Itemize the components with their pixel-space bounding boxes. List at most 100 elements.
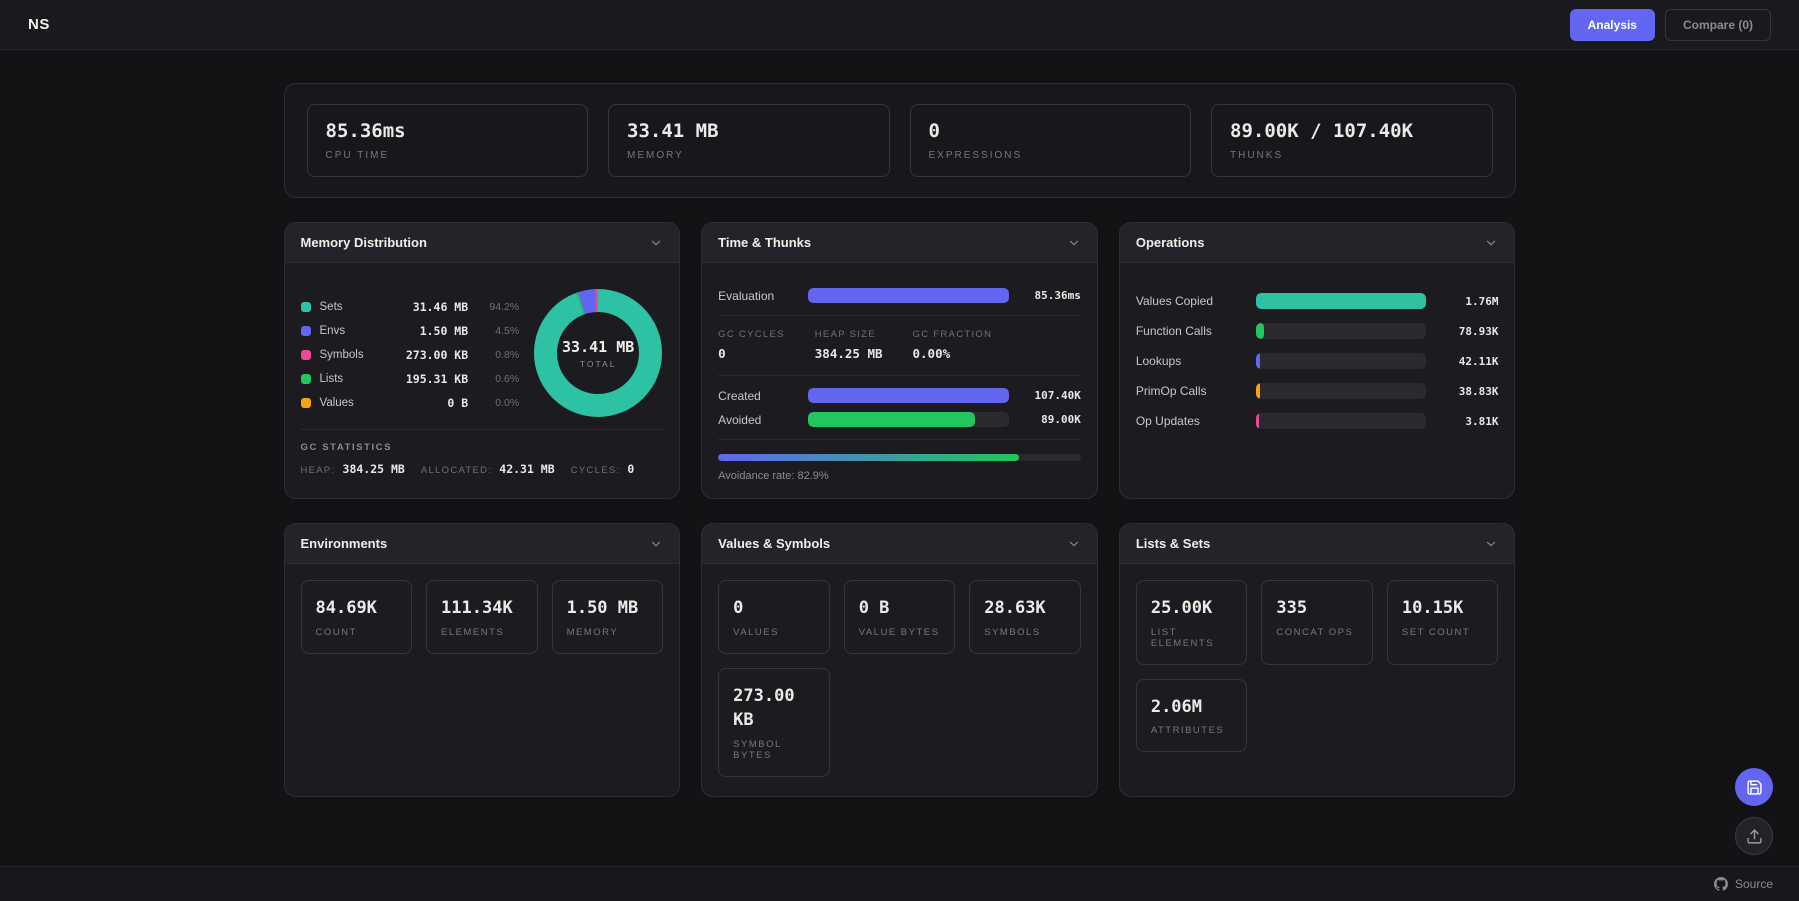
mini-stat-label: VALUES [733,627,815,638]
operations-header[interactable]: Operations [1120,223,1515,263]
gc-metric-value: 0.00% [913,346,993,361]
chevron-down-icon[interactable] [649,236,663,250]
gc-metric-value: 384.25 MB [815,346,883,361]
mini-stat-label: ATTRIBUTES [1151,725,1233,736]
gc-metric: HEAP SIZE 384.25 MB [815,329,883,361]
donut-center: 33.41 MB TOTAL [557,312,639,394]
legend-name: Sets [320,301,404,313]
save-button[interactable] [1735,768,1773,806]
values-symbols-header[interactable]: Values & Symbols [702,524,1097,564]
stat-value: 85.36ms [326,120,570,142]
floating-action-buttons [1735,768,1773,855]
mini-stat-value: 0 B [859,596,941,621]
gc-metric-label: HEAP SIZE [815,329,883,340]
gc-stat-value: 0 [627,462,634,476]
mini-stat-card: 0 VALUES [718,580,830,654]
memory-distribution-panel: Memory Distribution Sets 31.46 MB 94.2% … [284,222,681,499]
source-label: Source [1735,877,1773,891]
metric-bar-row: Created 107.40K [718,388,1081,403]
chevron-down-icon[interactable] [1067,236,1081,250]
stat-value: 89.00K / 107.40K [1230,120,1474,142]
bar-value: 1.76M [1438,295,1498,308]
chevron-down-icon[interactable] [1484,537,1498,551]
legend-row: Values 0 B 0.0% [301,391,520,415]
bar-track [1256,383,1427,399]
mini-stat-label: SYMBOL BYTES [733,739,815,761]
gc-stat: HEAP: 384.25 MB [301,462,405,476]
summary-stat-card: 89.00K / 107.40K THUNKS [1211,104,1493,177]
mini-stat-card: 111.34K ELEMENTS [426,580,538,654]
legend-value: 195.31 KB [406,372,468,386]
legend-percent: 4.5% [477,325,519,337]
legend-row: Sets 31.46 MB 94.2% [301,295,520,319]
bar-label: Avoided [718,413,796,427]
gc-stat: ALLOCATED: 42.31 MB [421,462,555,476]
metric-bar-row: Lookups 42.11K [1136,353,1499,369]
legend-value: 273.00 KB [406,348,468,362]
gc-stat-value: 384.25 MB [343,462,405,476]
legend-value: 31.46 MB [413,300,468,314]
gc-stat-label: HEAP: [301,465,336,476]
mini-stat-value: 2.06M [1151,695,1233,720]
mini-stat-card: 84.69K COUNT [301,580,413,654]
bar-fill [1256,323,1264,339]
bar-fill [1256,353,1260,369]
bar-track [1256,353,1427,369]
memory-distribution-header[interactable]: Memory Distribution [285,223,680,263]
lists-sets-cards: 25.00K LIST ELEMENTS 335 CONCAT OPS 10.1… [1120,564,1515,796]
mini-stat-card: 2.06M ATTRIBUTES [1136,679,1248,753]
metric-bar-row: Values Copied 1.76M [1136,293,1499,309]
divider [718,315,1081,316]
upload-icon [1746,828,1763,845]
bar-label: Function Calls [1136,324,1244,338]
gc-stat-label: ALLOCATED: [421,465,492,476]
chevron-down-icon[interactable] [1484,236,1498,250]
mini-stat-card: 25.00K LIST ELEMENTS [1136,580,1248,665]
values-symbols-panel: Values & Symbols 0 VALUES 0 B VALUE BYTE… [701,523,1098,797]
divider [718,439,1081,440]
compare-tab-button[interactable]: Compare (0) [1665,9,1771,41]
lists-sets-header[interactable]: Lists & Sets [1120,524,1515,564]
legend-percent: 94.2% [477,301,519,313]
chevron-down-icon[interactable] [1067,537,1081,551]
analysis-tab-button[interactable]: Analysis [1570,9,1655,41]
mini-stat-label: CONCAT OPS [1276,627,1358,638]
summary-stat-card: 0 EXPRESSIONS [910,104,1192,177]
bar-fill [1256,383,1260,399]
gc-statistics-row: HEAP: 384.25 MB ALLOCATED: 42.31 MB CYCL… [301,462,664,476]
legend-value: 1.50 MB [420,324,468,338]
stat-label: MEMORY [627,150,871,161]
bar-value: 78.93K [1438,325,1498,338]
legend-name: Values [320,397,439,409]
thunk-bars-group: Created 107.40K Avoided 89.00K [718,388,1081,427]
environments-header[interactable]: Environments [285,524,680,564]
mini-stat-label: SYMBOLS [984,627,1066,638]
chevron-down-icon[interactable] [649,537,663,551]
summary-stat-card: 85.36ms CPU TIME [307,104,589,177]
panels-row-1: Memory Distribution Sets 31.46 MB 94.2% … [284,222,1516,499]
bar-value: 38.83K [1438,385,1498,398]
legend-name: Lists [320,373,397,385]
legend-color-swatch [301,302,311,312]
panel-title: Operations [1136,235,1205,250]
metric-bar-row: Op Updates 3.81K [1136,413,1499,429]
gc-metric: GC FRACTION 0.00% [913,329,993,361]
metric-bar-row: Function Calls 78.93K [1136,323,1499,339]
bar-label: Op Updates [1136,414,1244,428]
gc-metrics-columns: GC CYCLES 0 HEAP SIZE 384.25 MB GC FRACT… [718,329,1081,361]
mini-stat-value: 25.00K [1151,596,1233,621]
export-button[interactable] [1735,817,1773,855]
main-content: 85.36ms CPU TIME 33.41 MB MEMORY 0 EXPRE… [0,50,1799,866]
legend-percent: 0.8% [477,349,519,361]
environments-cards: 84.69K COUNT 111.34K ELEMENTS 1.50 MB ME… [285,564,680,796]
bar-value: 107.40K [1021,389,1081,402]
source-link[interactable]: Source [1714,877,1773,891]
bar-label: Created [718,389,796,403]
legend-color-swatch [301,326,311,336]
stat-value: 0 [929,120,1173,142]
gc-stat-value: 42.31 MB [499,462,554,476]
time-thunks-header[interactable]: Time & Thunks [702,223,1097,263]
mini-stat-value: 111.34K [441,596,523,621]
legend-row: Envs 1.50 MB 4.5% [301,319,520,343]
stat-label: CPU TIME [326,150,570,161]
